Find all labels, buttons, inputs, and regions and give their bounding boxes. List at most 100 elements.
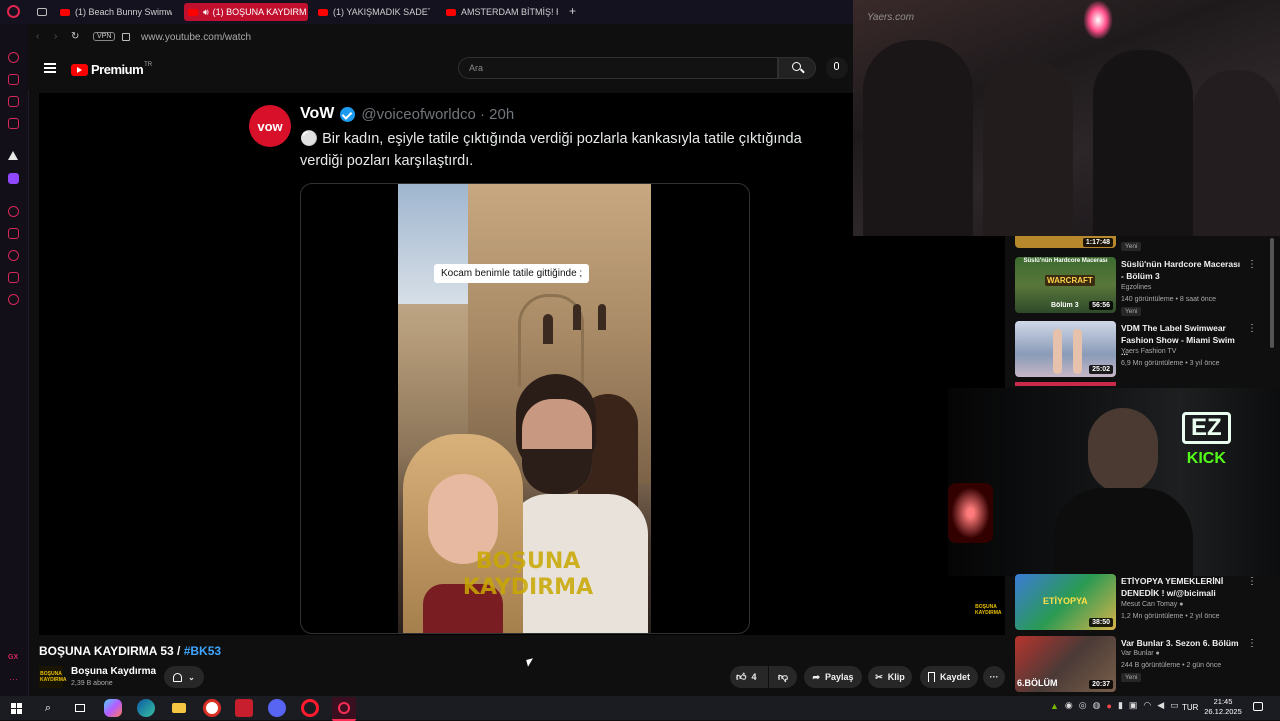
vpn-badge[interactable]: VPN — [93, 32, 116, 41]
share-icon: ➦ — [812, 671, 820, 682]
church-window — [543, 314, 553, 344]
logo-text: Premium — [91, 62, 144, 77]
task-view-icon[interactable] — [71, 699, 89, 717]
channel-name[interactable]: Boşuna Kaydırma — [71, 666, 156, 677]
tab-overview-icon[interactable] — [37, 8, 47, 16]
opera-logo-icon[interactable] — [7, 5, 20, 18]
more-actions-button[interactable]: ··· — [983, 666, 1005, 688]
notification-button[interactable]: ⌄ — [164, 666, 204, 688]
headphones — [948, 483, 993, 543]
save-button[interactable]: Kaydet — [920, 666, 978, 688]
subscriber-count: 2,39 B abone — [71, 680, 113, 687]
whatsapp-icon[interactable] — [8, 118, 19, 129]
recommendation-item[interactable]: 6.BÖLÜM 20:37 Var Bunlar 3. Sezon 6. Böl… — [1015, 636, 1265, 692]
reload-icon[interactable]: ↻ — [71, 31, 79, 42]
video-title: BOŞUNA KAYDIRMA 53 / #BK53 — [39, 644, 222, 658]
discord-tray-icon[interactable]: ◉ — [1065, 700, 1073, 711]
bag-icon[interactable] — [8, 74, 19, 85]
chrome-icon[interactable] — [203, 699, 221, 717]
aria-icon[interactable] — [8, 52, 19, 63]
logo-country: TR — [144, 62, 153, 68]
extensions-icon[interactable] — [8, 272, 19, 283]
more-icon[interactable]: ··· — [9, 674, 18, 684]
streamer-body — [1053, 488, 1193, 576]
recommendation-item[interactable]: 1:17:48 Yeni — [1015, 236, 1265, 254]
flow-icon[interactable] — [8, 151, 18, 160]
tab-yakismadik[interactable]: (1) YAKIŞMADIK SADETTI — [318, 3, 430, 21]
mic-icon — [834, 62, 839, 70]
camera-icon[interactable]: ▣ — [1129, 700, 1138, 711]
url-field[interactable]: www.youtube.com/watch — [141, 32, 251, 43]
chevron-down-icon: ⌄ — [188, 672, 195, 682]
verified-icon: ● — [1179, 601, 1184, 608]
record-icon[interactable]: ● — [1107, 701, 1112, 711]
crowd-shape — [983, 60, 1073, 236]
lock-icon — [122, 33, 130, 41]
crowd-shape — [1193, 70, 1280, 236]
copilot-icon[interactable] — [104, 699, 122, 717]
recommendation-item[interactable]: ETİYOPYA 38:50 ETİYOPYA YEMEKLERİNİ DENE… — [1015, 574, 1265, 630]
recommendation-item[interactable]: Süslü'nün Hardcore Macerası WARCRAFT Böl… — [1015, 257, 1265, 316]
search-icon[interactable]: ⌕ — [39, 699, 57, 717]
video-meta: 140 görüntüleme • 8 saat önce — [1121, 296, 1217, 303]
more-options-icon[interactable]: ⋮ — [1247, 259, 1257, 270]
messenger-icon[interactable] — [8, 96, 19, 107]
share-button[interactable]: ➦ Paylaş — [804, 666, 862, 688]
opera-sidebar: GX ··· — [0, 24, 29, 696]
address-bar: ‹ › ↻ VPN www.youtube.com/watch — [28, 24, 853, 52]
verified-icon — [340, 106, 356, 122]
stream-camera-crowd: Yaers.com — [853, 0, 1280, 236]
mic-button[interactable] — [826, 57, 848, 79]
opera-icon[interactable] — [301, 699, 319, 717]
clock[interactable]: 21:45 26.12.2025 — [1200, 697, 1246, 717]
video-title: Süslü'nün Hardcore Macerası - Bölüm 3 — [1121, 259, 1241, 281]
menu-icon[interactable] — [44, 63, 56, 73]
recommendations-scrollbar[interactable] — [1270, 238, 1274, 348]
clip-button[interactable]: ✂ Klip — [868, 666, 912, 688]
tab-beach-bunny[interactable]: (1) Beach Bunny Swimwe — [60, 3, 172, 21]
notifications-icon[interactable] — [1253, 702, 1263, 711]
bookmarks-icon[interactable] — [8, 228, 19, 239]
back-icon[interactable]: ‹ — [36, 31, 39, 42]
steam-icon[interactable]: ◍ — [1093, 700, 1101, 711]
dislike-button[interactable]: 👎︎ — [769, 666, 797, 688]
settings-icon[interactable] — [8, 294, 19, 305]
nvidia-icon[interactable]: ▲ — [1050, 701, 1059, 711]
new-tab-button[interactable]: + — [569, 5, 576, 17]
opera-gx-icon[interactable] — [332, 697, 356, 721]
volume-icon[interactable]: ◀ — [1157, 700, 1164, 711]
file-explorer-icon[interactable] — [170, 699, 188, 717]
forward-icon[interactable]: › — [54, 31, 57, 42]
tab-bosuna-kaydirma[interactable]: 🔊︎ (1) BOŞUNA KAYDIRM — [184, 3, 308, 21]
discord-icon[interactable] — [268, 699, 286, 717]
search-button[interactable] — [778, 57, 816, 79]
more-options-icon[interactable]: ⋮ — [1247, 638, 1257, 649]
youtube-logo[interactable]: Premium TR — [71, 62, 152, 77]
channel-avatar[interactable]: BOŞUNA KAYDIRMA — [39, 666, 66, 688]
start-icon[interactable] — [7, 699, 25, 717]
wifi-icon[interactable]: ◠ — [1143, 700, 1151, 711]
battery-icon[interactable]: ▭ — [1170, 700, 1179, 711]
history-icon[interactable] — [8, 250, 19, 261]
twitch-icon[interactable] — [8, 173, 19, 184]
voice-app-icon[interactable] — [235, 699, 253, 717]
recommendation-item[interactable]: 25:02 VDM The Label Swimwear Fashion Sho… — [1015, 321, 1265, 377]
edge-icon[interactable] — [137, 699, 155, 717]
more-options-icon[interactable]: ⋮ — [1247, 576, 1257, 587]
mic-tray-icon[interactable]: ▮ — [1118, 700, 1123, 711]
search-input[interactable]: Ara — [458, 57, 778, 79]
video-title: ETİYOPYA YEMEKLERİNİ DENEDİK ! w/@bicima… — [1121, 576, 1224, 598]
bookmark-icon — [927, 672, 935, 682]
video-thumbnail: 1:17:48 — [1015, 236, 1116, 248]
more-options-icon[interactable]: ⋮ — [1247, 323, 1257, 334]
like-button[interactable]: 👍︎ 4 — [730, 666, 768, 688]
hashtag-link[interactable]: #BK53 — [184, 644, 221, 658]
network-icon[interactable]: ◎ — [1079, 700, 1087, 711]
language-indicator[interactable]: TUR — [1182, 703, 1198, 712]
tweet-text: ⚪ Bir kadın, eşiyle tatile çıktığında ve… — [300, 131, 802, 169]
video-meta: 6,9 Mn görüntüleme • 3 yıl önce — [1121, 360, 1220, 367]
church-window — [573, 304, 581, 330]
player-icon[interactable] — [8, 206, 19, 217]
tab-amsterdam[interactable]: AMSTERDAM BİTMİŞ! RE — [446, 3, 558, 21]
tab-label: AMSTERDAM BİTMİŞ! RE — [461, 7, 558, 17]
